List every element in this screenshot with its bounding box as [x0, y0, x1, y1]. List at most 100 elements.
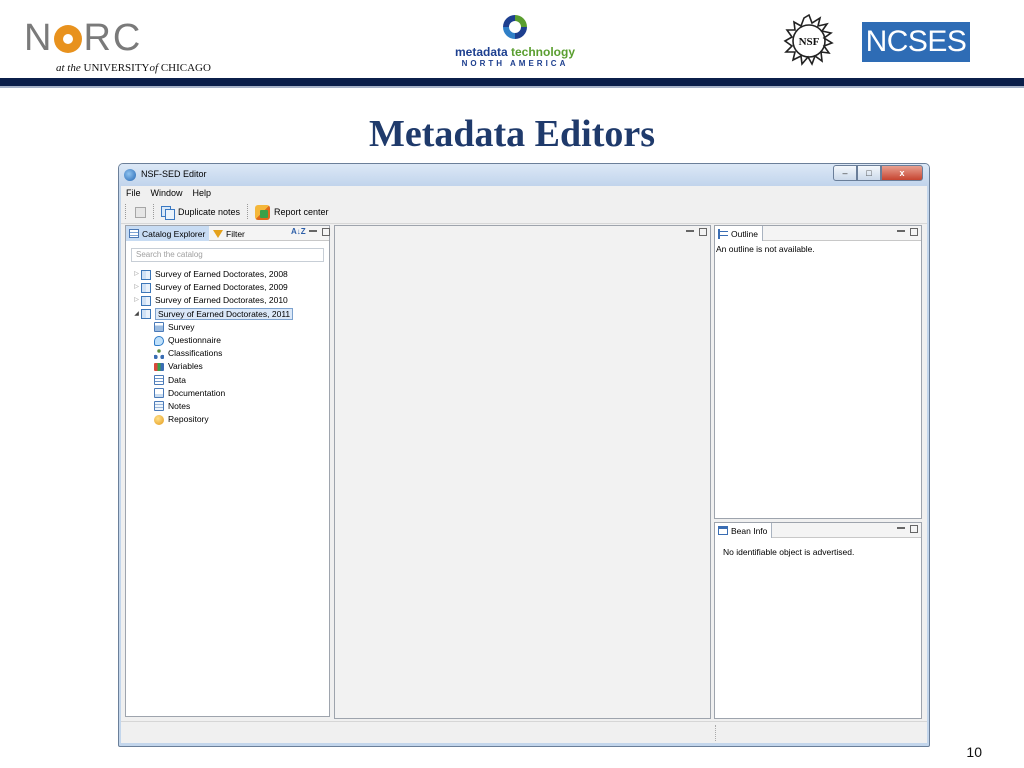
report-center-button[interactable]: Report center: [255, 203, 329, 221]
norc-wordmark: N RC: [24, 17, 143, 59]
duplicate-notes-icon: [161, 206, 175, 220]
duplicate-notes-button[interactable]: Duplicate notes: [161, 203, 240, 221]
mtna-wordmark: metadata technology: [454, 45, 576, 59]
nsf-sed-editor-window: NSF-SED Editor – □ x File Window Help Du…: [118, 163, 930, 747]
tree-item-label: Survey of Earned Doctorates, 2008: [155, 269, 288, 280]
survey-book-icon: [141, 269, 151, 280]
bean-info-message: No identifiable object is advertised.: [723, 547, 855, 557]
tree-item-label: Classifications: [168, 348, 223, 359]
tree-item-classifications[interactable]: Classifications: [132, 347, 293, 360]
maximize-panel-icon[interactable]: [699, 228, 707, 236]
outline-panel: Outline An outline is not available.: [714, 225, 922, 519]
minimize-panel-icon[interactable]: [686, 227, 694, 232]
status-separator: [715, 725, 716, 741]
minimize-panel-icon[interactable]: [897, 524, 905, 529]
bean-info-panel: Bean Info No identifiable object is adve…: [714, 522, 922, 719]
tab-filter[interactable]: Filter: [210, 226, 249, 241]
expand-arrow-icon[interactable]: ▷: [132, 281, 141, 294]
workbench: Catalog Explorer Filter A↓Z Search the c…: [121, 224, 927, 721]
questionnaire-speech-icon: [154, 335, 164, 346]
catalog-panel-tabs: Catalog Explorer Filter A↓Z: [126, 226, 330, 241]
bean-info-panel-controls: [897, 525, 918, 533]
expand-arrow-icon[interactable]: ▷: [132, 294, 141, 307]
minimize-panel-icon[interactable]: [897, 227, 905, 232]
tree-item-sed-2010[interactable]: ▷ Survey of Earned Doctorates, 2010: [132, 294, 293, 307]
tab-catalog-explorer-label: Catalog Explorer: [142, 228, 206, 239]
maximize-panel-icon[interactable]: [910, 228, 918, 236]
tree-item-sed-2008[interactable]: ▷ Survey of Earned Doctorates, 2008: [132, 268, 293, 281]
toolbar-grip[interactable]: [125, 204, 128, 219]
report-center-label: Report center: [274, 207, 329, 217]
save-icon[interactable]: [135, 207, 146, 218]
tree-item-repository[interactable]: Repository: [132, 413, 293, 426]
collapse-arrow-icon[interactable]: ◢: [132, 308, 141, 321]
bean-info-panel-tabs: Bean Info: [715, 523, 921, 538]
repository-database-icon: [154, 414, 164, 425]
svg-text:NSF: NSF: [799, 36, 820, 48]
editor-area-panel: [334, 225, 711, 719]
toolbar-grip[interactable]: [153, 204, 156, 219]
catalog-list-icon: [129, 229, 139, 238]
menu-window[interactable]: Window: [146, 186, 188, 200]
tree-item-documentation[interactable]: Documentation: [132, 387, 293, 400]
survey-icon: [154, 322, 164, 333]
catalog-explorer-panel: Catalog Explorer Filter A↓Z Search the c…: [125, 225, 330, 717]
maximize-panel-icon[interactable]: [910, 525, 918, 533]
tree-item-sed-2011[interactable]: ◢ Survey of Earned Doctorates, 2011: [132, 308, 294, 321]
window-controls: – □ x: [833, 165, 923, 182]
documentation-page-icon: [154, 388, 164, 399]
tree-item-survey[interactable]: Survey: [132, 321, 293, 334]
minimize-panel-icon[interactable]: [309, 227, 317, 232]
maximize-button[interactable]: □: [857, 165, 881, 181]
bean-info-window-icon: [718, 526, 728, 535]
sort-alpha-icon[interactable]: A↓Z: [291, 227, 306, 236]
catalog-panel-controls: [309, 228, 330, 236]
tree-item-label: Survey: [168, 321, 195, 332]
tree-item-label: Survey of Earned Doctorates, 2010: [155, 295, 288, 306]
window-title: NSF-SED Editor: [141, 169, 207, 179]
page-number: 10: [966, 744, 982, 760]
tab-catalog-explorer[interactable]: Catalog Explorer: [126, 226, 210, 241]
variables-blocks-icon: [154, 362, 164, 371]
survey-book-icon: [141, 282, 151, 293]
tree-item-variables[interactable]: Variables: [132, 360, 293, 373]
nsf-seal-logo: NSF: [780, 12, 838, 70]
survey-book-icon: [141, 295, 151, 306]
metadata-technology-logo: metadata technology NORTH AMERICA: [440, 12, 590, 72]
slide-title: Metadata Editors: [368, 113, 656, 155]
outline-icon: [718, 228, 728, 239]
tree-item-sed-2009[interactable]: ▷ Survey of Earned Doctorates, 2009: [132, 281, 293, 294]
outline-panel-controls: [897, 228, 918, 236]
header-rule: [0, 78, 1024, 88]
tab-bean-info[interactable]: Bean Info: [715, 523, 773, 538]
tree-item-questionnaire[interactable]: Questionnaire: [132, 334, 293, 347]
classifications-hierarchy-icon: [154, 348, 164, 359]
menu-bar: File Window Help: [121, 186, 927, 200]
expand-arrow-icon[interactable]: ▷: [132, 268, 141, 281]
toolbar-grip[interactable]: [247, 204, 250, 219]
tree-item-label: Notes: [168, 400, 191, 411]
tab-outline-label: Outline: [731, 228, 758, 239]
close-button[interactable]: x: [881, 165, 923, 181]
tree-item-label: Survey of Earned Doctorates, 2011: [155, 308, 294, 321]
ncses-logo: NCSES: [862, 22, 970, 62]
catalog-tree: ▷ Survey of Earned Doctorates, 2008 ▷ Su…: [132, 268, 294, 426]
tree-item-label: Data: [168, 374, 186, 385]
maximize-panel-icon[interactable]: [322, 228, 330, 236]
norc-logo: N RC at the UNIVERSITYof CHICAGO: [24, 17, 224, 74]
report-center-icon: [255, 204, 270, 220]
norc-orange-o-icon: [54, 25, 83, 53]
tree-item-label: Documentation: [168, 387, 226, 398]
data-table-icon: [154, 375, 164, 386]
minimize-button[interactable]: –: [833, 165, 857, 181]
window-titlebar[interactable]: NSF-SED Editor – □ x: [119, 164, 929, 186]
duplicate-notes-label: Duplicate notes: [178, 207, 241, 217]
tree-item-data[interactable]: Data: [132, 374, 293, 387]
catalog-search-input[interactable]: Search the catalog: [131, 248, 324, 262]
tree-item-label: Questionnaire: [168, 335, 221, 346]
menu-help[interactable]: Help: [188, 186, 217, 200]
menu-file[interactable]: File: [121, 186, 146, 200]
tab-filter-label: Filter: [226, 228, 245, 239]
tree-item-notes[interactable]: Notes: [132, 400, 293, 413]
tab-outline[interactable]: Outline: [715, 226, 763, 241]
